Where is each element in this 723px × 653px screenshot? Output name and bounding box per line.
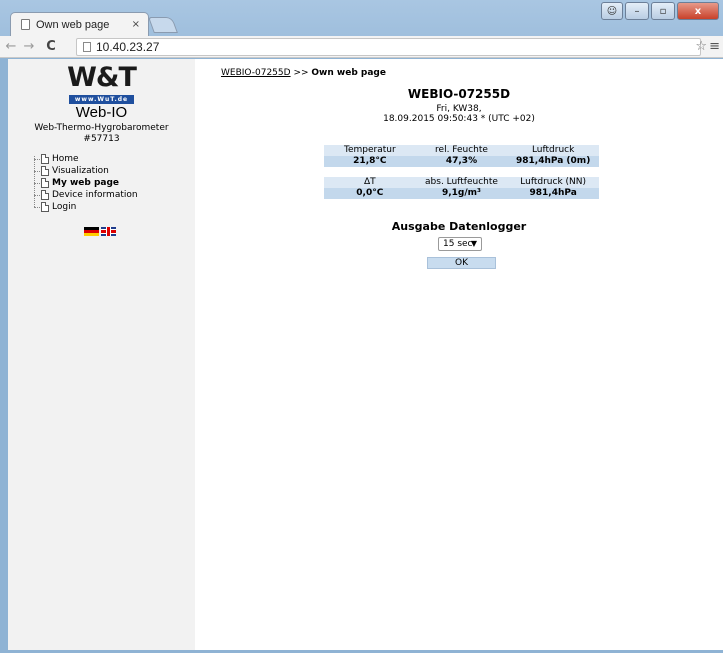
url-text: 10.40.23.27 xyxy=(96,40,160,54)
humidity-value: 47,3% xyxy=(415,156,508,167)
page-icon xyxy=(83,42,91,52)
absolute-humidity-value: 9,1g/m³ xyxy=(415,188,508,199)
table-header: Luftdruck (NN) xyxy=(507,177,599,188)
dropdown-arrow-icon: ▼ xyxy=(470,239,477,248)
window-controls: ☺ – ▫ x xyxy=(601,2,719,20)
menu-icon[interactable]: ≡ xyxy=(709,39,720,54)
close-window-button[interactable]: x xyxy=(677,2,719,20)
nav-item-login[interactable]: Login xyxy=(34,201,195,213)
browser-title-bar: Own web page × ☺ – ▫ x xyxy=(0,0,723,36)
ok-button[interactable]: OK xyxy=(427,257,496,269)
address-bar[interactable]: 10.40.23.27 xyxy=(76,38,701,56)
page-title: WEBIO-07255D xyxy=(407,87,511,101)
user-icon[interactable]: ☺ xyxy=(601,2,623,20)
pressure-value: 981,4hPa (0m) xyxy=(507,156,599,167)
interval-select-value: 15 sec xyxy=(443,239,473,249)
nav-label: My web page xyxy=(52,178,120,188)
minimize-button[interactable]: – xyxy=(625,2,649,20)
measurement-table-1: Temperatur rel. Feuchte Luftdruck 21,8°C… xyxy=(324,145,599,167)
bookmark-star-icon[interactable]: ☆ xyxy=(695,39,707,54)
table-header: abs. Luftfeuchte xyxy=(415,177,508,188)
logo-url-badge: www.WuT.de xyxy=(68,95,135,104)
table-header: rel. Feuchte xyxy=(415,145,508,156)
document-icon xyxy=(41,190,49,200)
browser-toolbar: ← → C 10.40.23.27 ☆ ≡ xyxy=(0,36,723,58)
breadcrumb-separator: >> xyxy=(293,68,309,78)
temperature-value: 21,8°C xyxy=(324,156,416,167)
document-icon xyxy=(41,166,49,176)
nav-label: Home xyxy=(52,154,79,164)
breadcrumb-link[interactable]: WEBIO-07255D xyxy=(221,68,291,78)
back-arrow-icon[interactable]: ← xyxy=(4,39,18,54)
language-flags xyxy=(84,227,195,236)
document-icon xyxy=(41,202,49,212)
english-flag-icon[interactable] xyxy=(101,227,116,236)
sidebar: W&T www.WuT.de Web-IO Web-Thermo-Hygroba… xyxy=(8,59,195,650)
tab-title: Own web page xyxy=(36,18,110,31)
nav-item-home[interactable]: Home xyxy=(34,153,195,165)
nav-item-device-information[interactable]: Device information xyxy=(34,189,195,201)
nav-label: Device information xyxy=(52,190,138,200)
interval-select[interactable]: 15 sec ▼ xyxy=(438,237,482,251)
date-time-line: 18.09.2015 09:50:43 * (UTC +02) xyxy=(383,114,535,124)
nav-tree: Home Visualization My web page Device in… xyxy=(34,153,195,213)
tab-close-icon[interactable]: × xyxy=(132,19,140,30)
device-number: #57713 xyxy=(83,134,120,144)
forward-arrow-icon[interactable]: → xyxy=(22,39,36,54)
datalogger-heading: Ausgabe Datenlogger xyxy=(391,220,527,233)
device-description: Web-Thermo-Hygrobarometer xyxy=(34,123,169,133)
table-header: Luftdruck xyxy=(507,145,599,156)
document-icon xyxy=(41,154,49,164)
nav-label: Login xyxy=(52,202,77,212)
logo-product: Web-IO xyxy=(75,104,128,121)
breadcrumb-current: Own web page xyxy=(311,68,386,78)
table-header: ΔT xyxy=(324,177,416,188)
nav-item-visualization[interactable]: Visualization xyxy=(34,165,195,177)
logo: W&T www.WuT.de Web-IO Web-Thermo-Hygroba… xyxy=(8,59,195,145)
date-week-line: Fri, KW38, xyxy=(436,104,482,114)
nav-label: Visualization xyxy=(52,166,109,176)
document-icon xyxy=(41,178,49,188)
measurement-table-2: ΔT abs. Luftfeuchte Luftdruck (NN) 0,0°C… xyxy=(324,177,599,199)
page-icon xyxy=(21,19,30,30)
table-header: Temperatur xyxy=(324,145,416,156)
breadcrumb: WEBIO-07255D >> Own web page xyxy=(221,68,386,78)
logo-main: W&T xyxy=(67,62,137,93)
page-viewport: W&T www.WuT.de Web-IO Web-Thermo-Hygroba… xyxy=(8,59,723,650)
pressure-nn-value: 981,4hPa xyxy=(507,188,599,199)
reload-icon[interactable]: C xyxy=(44,39,58,54)
main-content: WEBIO-07255D >> Own web page WEBIO-07255… xyxy=(195,59,723,650)
maximize-button[interactable]: ▫ xyxy=(651,2,675,20)
browser-tab[interactable]: Own web page × xyxy=(10,12,149,36)
delta-t-value: 0,0°C xyxy=(324,188,416,199)
nav-item-my-web-page[interactable]: My web page xyxy=(34,177,195,189)
german-flag-icon[interactable] xyxy=(84,227,99,236)
new-tab-button[interactable] xyxy=(148,17,178,33)
